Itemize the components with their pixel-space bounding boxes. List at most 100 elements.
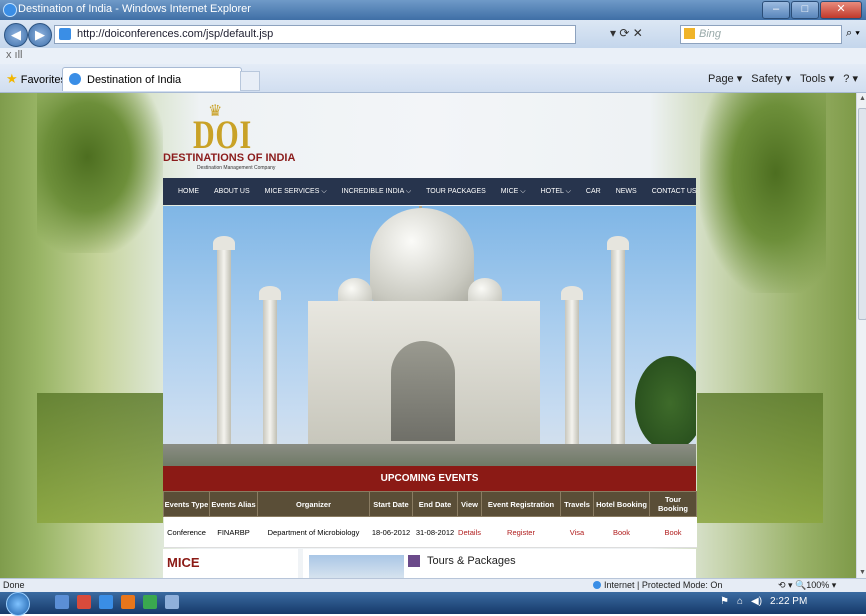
ie-icon <box>3 3 17 17</box>
explorer-icon[interactable] <box>165 595 179 609</box>
tours-panel: Tours & Packages <box>303 549 696 578</box>
cell-end-date: 31-08-2012 <box>412 516 458 548</box>
nav-mice-services[interactable]: MICE SERVICES ⌵ <box>250 188 327 196</box>
minimize-button[interactable]: – <box>762 1 790 19</box>
media-player-icon[interactable] <box>77 595 91 609</box>
vertical-scrollbar[interactable]: ▲ ▼ <box>856 93 866 578</box>
events-table: Events Type Events Alias Organizer Start… <box>163 491 697 548</box>
start-button[interactable] <box>6 592 30 616</box>
nav-mice[interactable]: MICE ⌵ <box>486 188 526 196</box>
favorites-button[interactable]: ★ Favorites <box>6 71 66 87</box>
visa-link[interactable]: Visa <box>560 516 594 548</box>
scroll-down-icon[interactable]: ▼ <box>859 569 866 576</box>
windows-taskbar: ⚑ ⌂ ◀) 2:22 PM <box>0 592 866 616</box>
flag-icon[interactable]: ⚑ <box>720 596 729 607</box>
hero-ground <box>163 444 696 466</box>
close-button[interactable]: ✕ <box>820 1 862 19</box>
col-event-registration: Event Registration <box>481 491 561 517</box>
excel-icon[interactable] <box>143 595 157 609</box>
search-input[interactable]: Bing <box>680 25 842 44</box>
col-view: View <box>457 491 482 517</box>
col-events-type: Events Type <box>163 491 210 517</box>
logo-doi: DOI <box>193 112 252 157</box>
main-arch <box>391 341 455 441</box>
zoom-control[interactable]: ⟲ ▾ 🔍100% ▾ <box>778 580 836 591</box>
tours-image <box>309 555 404 578</box>
nav-car[interactable]: CAR <box>571 188 601 195</box>
system-tray: ⚑ ⌂ ◀) 2:22 PM <box>720 596 807 607</box>
minaret-left <box>259 286 281 446</box>
browser-tab[interactable]: Destination of India <box>62 67 242 91</box>
web-content: ♛ DOI DESTINATIONS OF INDIA Destination … <box>0 93 856 578</box>
cell-start-date: 18-06-2012 <box>369 516 413 548</box>
help-menu[interactable]: ? ▾ <box>843 72 858 85</box>
logo-tagline: Destination Management Company <box>197 165 276 171</box>
background-foliage-right <box>700 93 826 293</box>
register-link[interactable]: Register <box>481 516 561 548</box>
page-icon <box>59 28 71 40</box>
extension-bar-text[interactable]: x ıll <box>6 49 23 61</box>
favorites-bar: ★ Favorites Destination of India Page ▾ … <box>0 64 866 93</box>
nav-about-us[interactable]: ABOUT US <box>199 188 250 195</box>
scroll-up-icon[interactable]: ▲ <box>859 95 866 102</box>
ie-taskbar-icon[interactable] <box>99 595 113 609</box>
nav-news[interactable]: NEWS <box>601 188 637 195</box>
background-foliage-left <box>37 93 163 253</box>
mice-panel: MICE <box>163 549 298 578</box>
nav-home[interactable]: HOME <box>163 188 199 195</box>
upcoming-events-heading: UPCOMING EVENTS <box>163 466 696 491</box>
hero-image-taj-mahal <box>163 206 696 466</box>
page-menu[interactable]: Page ▾ <box>708 72 742 85</box>
back-button[interactable]: ◀ <box>4 23 28 47</box>
scrollbar-thumb[interactable] <box>858 108 866 320</box>
tree-right <box>635 356 696 451</box>
tab-title: Destination of India <box>87 74 182 86</box>
address-field[interactable]: http://doiconferences.com/jsp/default.js… <box>54 25 576 44</box>
hotel-book-link[interactable]: Book <box>593 516 650 548</box>
show-desktop-icon[interactable] <box>55 595 69 609</box>
nav-tour-packages[interactable]: TOUR PACKAGES <box>411 188 486 195</box>
col-events-alias: Events Alias <box>209 491 258 517</box>
col-tour-booking: Tour Booking <box>649 491 697 517</box>
main-navigation: HOME ABOUT US MICE SERVICES ⌵ INCREDIBLE… <box>163 178 697 205</box>
search-icon[interactable]: ⌕ ▾ <box>846 27 860 40</box>
minaret-far-right <box>607 236 629 448</box>
logo-name: DESTINATIONS OF INDIA <box>163 152 296 164</box>
star-icon: ★ <box>6 71 18 86</box>
mice-heading: MICE <box>167 555 200 570</box>
search-placeholder: Bing <box>699 28 722 40</box>
refresh-stop-buttons[interactable]: ▾ ⟳ ✕ <box>610 26 643 40</box>
maximize-button[interactable]: □ <box>791 1 819 19</box>
site-logo[interactable]: ♛ DOI DESTINATIONS OF INDIA Destination … <box>163 101 303 171</box>
security-zone[interactable]: Internet | Protected Mode: On <box>593 580 722 590</box>
ie-tab-icon <box>69 73 81 85</box>
forward-button[interactable]: ▶ <box>28 23 52 47</box>
cell-event-type: Conference <box>163 516 210 548</box>
extension-bar: x ıll <box>0 48 866 65</box>
bing-icon <box>684 28 695 39</box>
network-icon[interactable]: ⌂ <box>737 596 743 607</box>
col-hotel-booking: Hotel Booking <box>593 491 650 517</box>
status-bar: Done Internet | Protected Mode: On ⟲ ▾ 🔍… <box>0 578 866 593</box>
cell-event-alias: FINARBP <box>209 516 258 548</box>
address-toolbar: ◀ ▶ http://doiconferences.com/jsp/defaul… <box>0 20 866 48</box>
main-dome <box>370 208 474 303</box>
clock[interactable]: 2:22 PM <box>770 596 807 607</box>
firefox-icon[interactable] <box>121 595 135 609</box>
command-bar: Page ▾ Safety ▾ Tools ▾ ? ▾ <box>708 72 858 85</box>
favorites-label: Favorites <box>20 74 66 86</box>
status-text: Done <box>3 580 25 590</box>
details-link[interactable]: Details <box>457 516 482 548</box>
minaret-far-left <box>213 236 235 448</box>
nav-contact-us[interactable]: CONTACT US <box>637 188 697 195</box>
nav-hotel[interactable]: HOTEL ⌵ <box>526 188 571 196</box>
tools-menu[interactable]: Tools ▾ <box>800 72 834 85</box>
cell-organizer: Department of Microbiology <box>257 516 370 548</box>
events-header-row: Events Type Events Alias Organizer Start… <box>163 491 697 517</box>
safety-menu[interactable]: Safety ▾ <box>751 72 791 85</box>
nav-incredible-india[interactable]: INCREDIBLE INDIA ⌵ <box>327 188 412 196</box>
tours-heading[interactable]: Tours & Packages <box>427 555 516 567</box>
volume-icon[interactable]: ◀) <box>751 596 762 607</box>
new-tab-button[interactable] <box>240 71 260 91</box>
tour-book-link[interactable]: Book <box>649 516 697 548</box>
